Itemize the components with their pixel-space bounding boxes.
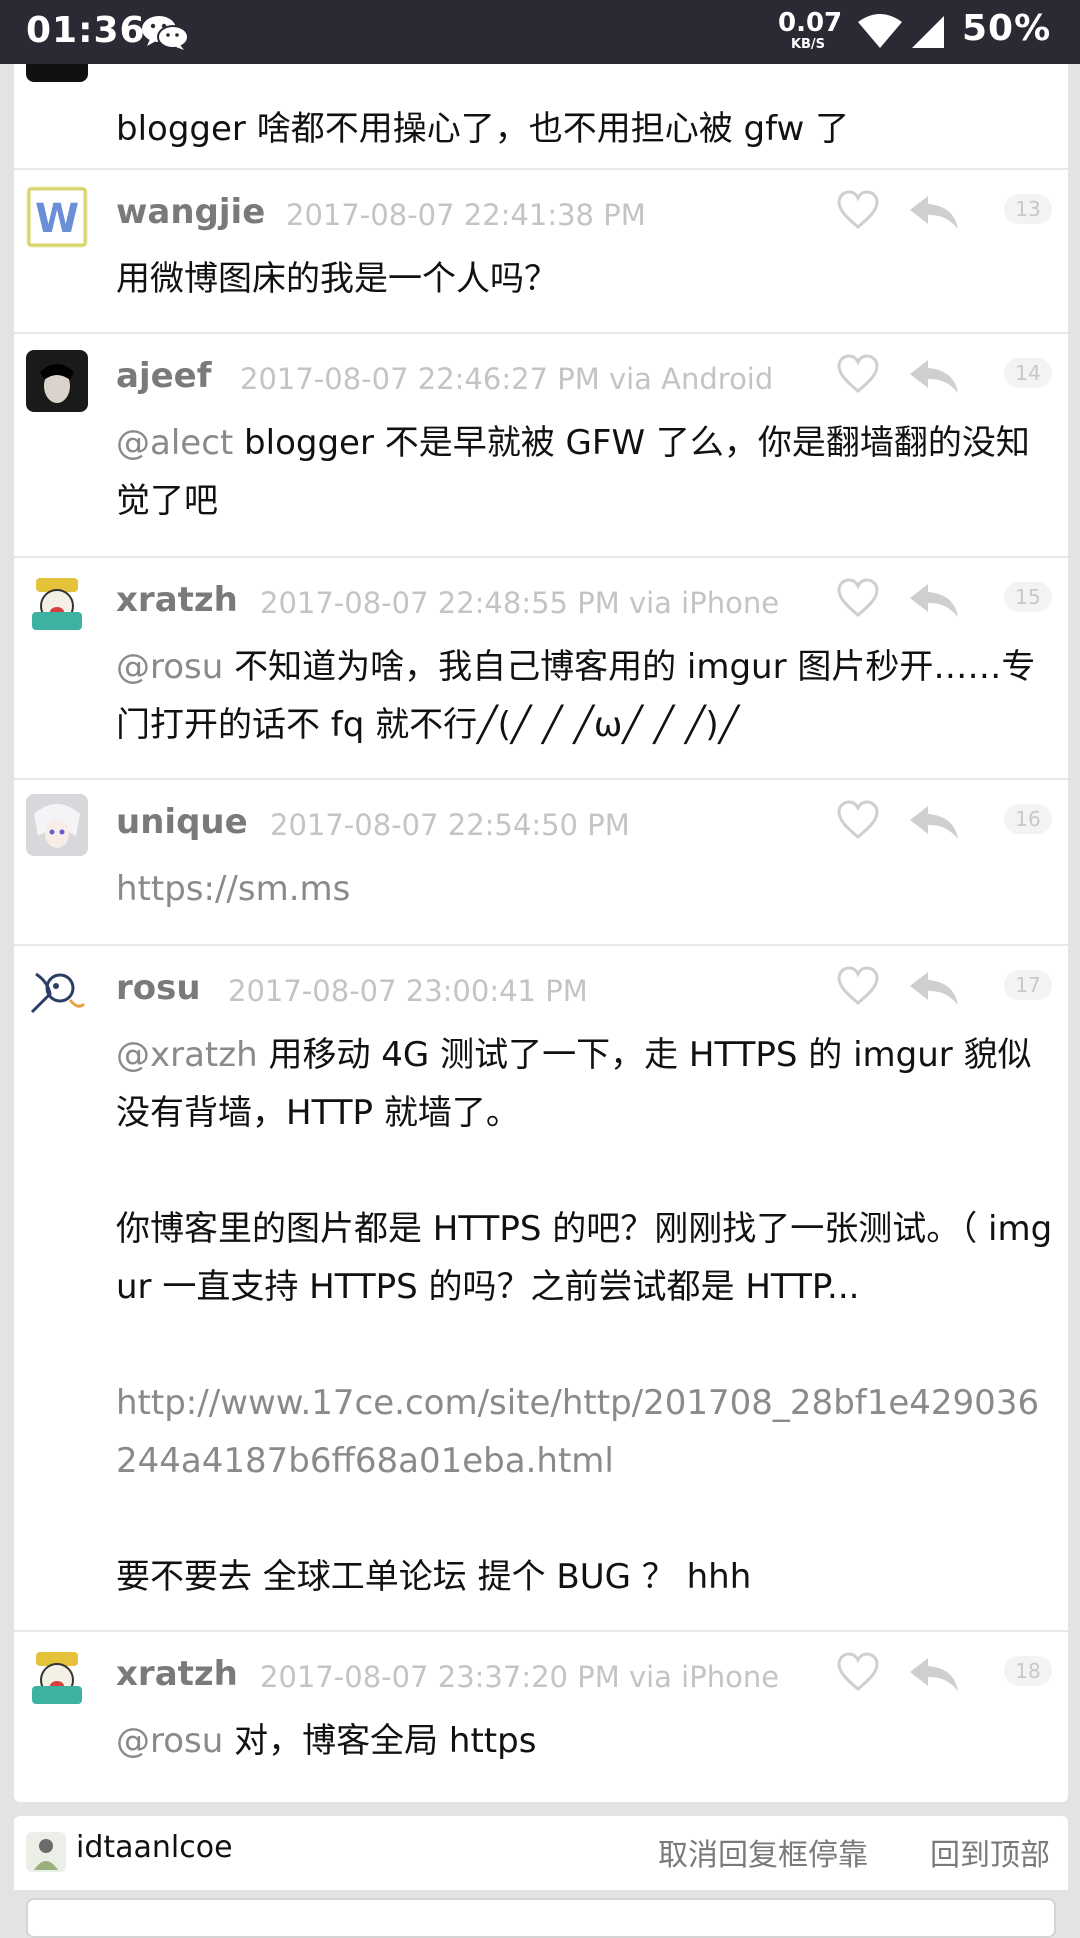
reply-item: W wangjie 2017-08-07 22:41:38 PM 13 用微博图… bbox=[14, 170, 1068, 334]
reply-paragraph: 要不要去 全球工单论坛 提个 BUG ？ hhh bbox=[116, 1557, 752, 1597]
reply-content: @xratzh 用移动 4G 测试了一下，走 HTTPS 的 imgur 貌似没… bbox=[116, 1026, 1058, 1606]
url-link[interactable]: https://sm.ms bbox=[116, 869, 350, 909]
heart-icon[interactable] bbox=[836, 578, 880, 618]
network-speed-value: 0.07 bbox=[778, 8, 843, 38]
reply-item: xratzh 2017-08-07 23:37:20 PM via iPhone… bbox=[14, 1632, 1068, 1802]
reply-icon[interactable] bbox=[908, 580, 960, 620]
reply-paragraph: 用微博图床的我是一个人吗？ bbox=[116, 259, 558, 299]
network-speed-unit: KB/S bbox=[790, 37, 826, 52]
reply-username[interactable]: xratzh bbox=[116, 580, 238, 620]
reply-box-bar: idtaanlcoe 取消回复框停靠 回到顶部 bbox=[14, 1816, 1068, 1890]
heart-icon[interactable] bbox=[836, 354, 880, 394]
floor-badge: 13 bbox=[1004, 194, 1052, 224]
reply-content: blogger 啥都不用操心了，也不用担心被 gfw 了 bbox=[116, 100, 1058, 158]
reply-username[interactable]: ajeef bbox=[116, 356, 212, 396]
reply-paragraph: https://sm.ms bbox=[116, 860, 1058, 918]
reply-blank-line bbox=[116, 1316, 1058, 1374]
reply-content: @rosu 对，博客全局 https bbox=[116, 1712, 1058, 1770]
heart-icon[interactable] bbox=[836, 1652, 880, 1692]
reply-content: @rosu 不知道为啥，我自己博客用的 imgur 图片秒开……专门打开的话不 … bbox=[116, 638, 1058, 754]
reply-timestamp: 2017-08-07 23:37:20 PM via iPhone bbox=[260, 1660, 780, 1694]
reply-item: ajeef 2017-08-07 22:46:27 PM via Android… bbox=[14, 334, 1068, 558]
floor-badge: 15 bbox=[1004, 582, 1052, 612]
avatar[interactable] bbox=[26, 794, 88, 856]
reply-item: alect blogger 啥都不用操心了，也不用担心被 gfw 了 bbox=[14, 64, 1068, 170]
reply-content: https://sm.ms bbox=[116, 860, 1058, 918]
reply-icon[interactable] bbox=[908, 802, 960, 842]
wechat-icon bbox=[140, 12, 190, 52]
reply-content: @alect blogger 不是早就被 GFW 了么，你是翻墙翻的没知觉了吧 bbox=[116, 414, 1058, 530]
reply-input[interactable] bbox=[26, 1898, 1056, 1938]
heart-icon[interactable] bbox=[836, 190, 880, 230]
reply-item: unique 2017-08-07 22:54:50 PM 16 https:/… bbox=[14, 780, 1068, 946]
reply-item: xratzh 2017-08-07 22:48:55 PM via iPhone… bbox=[14, 558, 1068, 780]
battery-level: 50% bbox=[962, 8, 1052, 49]
avatar[interactable] bbox=[26, 1646, 88, 1708]
reply-username[interactable]: alect bbox=[116, 64, 210, 68]
avatar[interactable] bbox=[26, 350, 88, 412]
svg-text:W: W bbox=[35, 196, 79, 242]
reply-paragraph: @xratzh 用移动 4G 测试了一下，走 HTTPS 的 imgur 貌似没… bbox=[116, 1026, 1058, 1142]
floor-badge: 18 bbox=[1004, 1656, 1052, 1686]
reply-username[interactable]: xratzh bbox=[116, 1654, 238, 1694]
floor-badge: 16 bbox=[1004, 804, 1052, 834]
avatar[interactable] bbox=[26, 64, 88, 82]
current-username[interactable]: idtaanlcoe bbox=[76, 1830, 233, 1865]
status-time: 01:36 bbox=[26, 10, 146, 51]
heart-icon[interactable] bbox=[836, 966, 880, 1006]
floor-badge: 17 bbox=[1004, 970, 1052, 1000]
mention-link[interactable]: @rosu bbox=[116, 1721, 223, 1761]
reply-content: 用微博图床的我是一个人吗？ bbox=[116, 250, 1058, 308]
reply-icon[interactable] bbox=[908, 1654, 960, 1694]
reply-timestamp: 2017-08-07 22:46:27 PM via Android bbox=[240, 362, 774, 396]
reply-username[interactable]: unique bbox=[116, 802, 248, 842]
reply-timestamp: 2017-08-07 23:00:41 PM bbox=[228, 974, 588, 1008]
reply-paragraph: @rosu 对，博客全局 https bbox=[116, 1712, 1058, 1770]
heart-icon[interactable] bbox=[836, 800, 880, 840]
cell-signal-icon bbox=[910, 14, 946, 50]
reply-blank-line bbox=[116, 1142, 1058, 1200]
reply-paragraph: http://www.17ce.com/site/http/201708_28b… bbox=[116, 1374, 1058, 1490]
reply-paragraph: 你博客里的图片都是 HTTPS 的吧？刚刚找了一张测试。（ imgur 一直支持… bbox=[116, 1209, 1053, 1307]
reply-text: 对，博客全局 https bbox=[223, 1721, 537, 1761]
mention-link[interactable]: @xratzh bbox=[116, 1035, 258, 1075]
reply-icon[interactable] bbox=[908, 356, 960, 396]
avatar[interactable] bbox=[26, 572, 88, 634]
mention-link[interactable]: @alect bbox=[116, 423, 233, 463]
reply-blank-line bbox=[116, 1490, 1058, 1548]
back-to-top-button[interactable]: 回到顶部 bbox=[930, 1830, 1050, 1874]
mention-link[interactable]: @rosu bbox=[116, 647, 223, 687]
reply-username[interactable]: rosu bbox=[116, 968, 201, 1008]
wifi-icon bbox=[856, 14, 904, 50]
reply-paragraph: @rosu 不知道为啥，我自己博客用的 imgur 图片秒开……专门打开的话不 … bbox=[116, 638, 1058, 754]
reply-text: 不知道为啥，我自己博客用的 imgur 图片秒开……专门打开的话不 fq 就不行… bbox=[116, 647, 1036, 745]
avatar[interactable] bbox=[26, 1832, 66, 1872]
reply-paragraph: @alect blogger 不是早就被 GFW 了么，你是翻墙翻的没知觉了吧 bbox=[116, 414, 1058, 530]
reply-item: rosu 2017-08-07 23:00:41 PM 17 @xratzh 用… bbox=[14, 946, 1068, 1632]
reply-list: alect blogger 啥都不用操心了，也不用担心被 gfw 了 W wan… bbox=[14, 64, 1068, 1802]
reply-timestamp: 2017-08-07 22:41:38 PM bbox=[286, 198, 646, 232]
status-bar: 01:36 0.07 KB/S 50% bbox=[0, 0, 1080, 64]
reply-timestamp: 2017-08-07 22:54:50 PM bbox=[270, 808, 630, 842]
floor-badge: 14 bbox=[1004, 358, 1052, 388]
url-link[interactable]: http://www.17ce.com/site/http/201708_28b… bbox=[116, 1383, 1039, 1481]
network-speed: 0.07 KB/S bbox=[778, 8, 843, 52]
reply-paragraph: blogger 啥都不用操心了，也不用担心被 gfw 了 bbox=[116, 109, 850, 149]
reply-text: blogger 不是早就被 GFW 了么，你是翻墙翻的没知觉了吧 bbox=[116, 423, 1030, 521]
undock-reply-box-button[interactable]: 取消回复框停靠 bbox=[658, 1830, 868, 1874]
avatar[interactable]: W bbox=[26, 186, 88, 248]
reply-icon[interactable] bbox=[908, 968, 960, 1008]
reply-username[interactable]: wangjie bbox=[116, 192, 265, 232]
reply-icon[interactable] bbox=[908, 192, 960, 232]
reply-timestamp: 2017-08-07 22:48:55 PM via iPhone bbox=[260, 586, 780, 620]
avatar[interactable] bbox=[26, 960, 88, 1022]
